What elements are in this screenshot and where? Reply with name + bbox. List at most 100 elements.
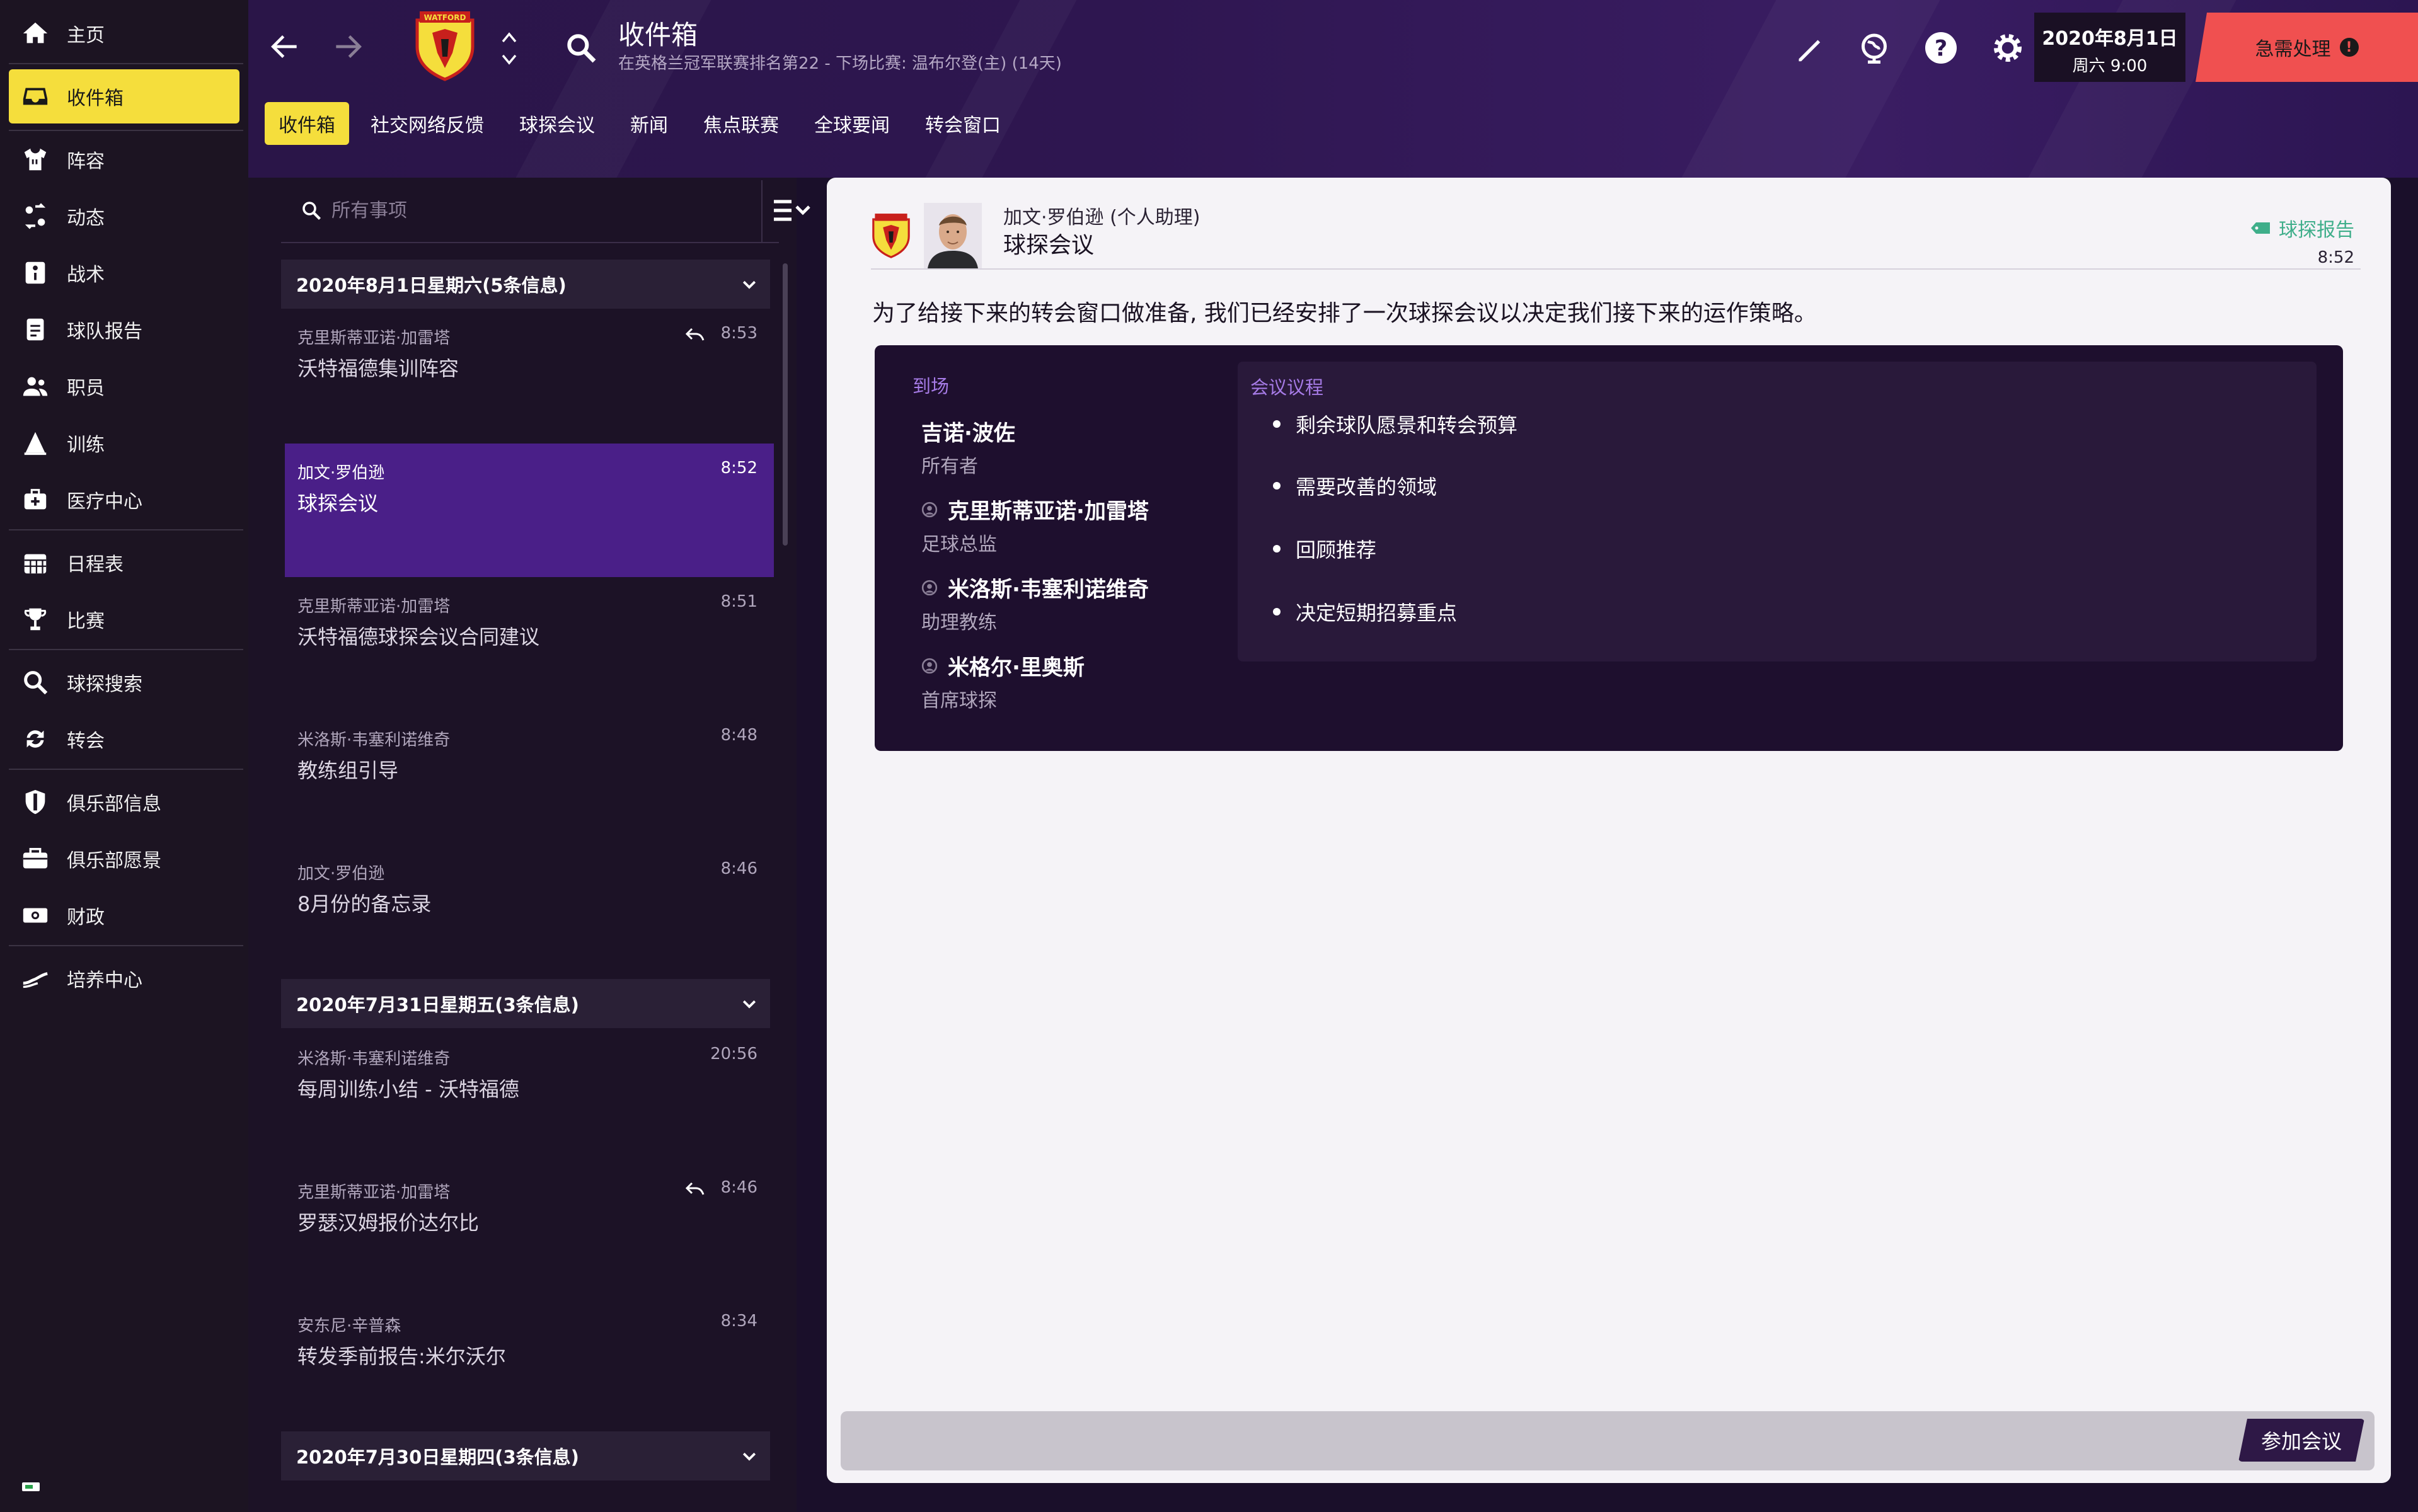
tab-scouting-meetings[interactable]: 球探会议 — [502, 102, 613, 145]
transfer-icon — [19, 723, 52, 755]
attendee[interactable]: 克里斯蒂亚诺·加雷塔 足球总监 — [921, 494, 1149, 556]
pencil-icon[interactable] — [1791, 29, 1829, 67]
attendee-name-row: 克里斯蒂亚诺·加雷塔 — [921, 494, 1149, 525]
page-title: 收件箱 — [618, 20, 698, 50]
message-category-tag[interactable]: 球探报告 — [2251, 214, 2354, 242]
inbox-message[interactable]: 加文·罗伯逊 8月份的备忘录 8:46 — [285, 844, 774, 978]
inbox-message[interactable]: 米洛斯·韦塞利诺维奇 教练组引导 8:48 — [285, 711, 774, 844]
sidebar-divider — [9, 649, 243, 650]
message-sender: 克里斯蒂亚诺·加雷塔 — [297, 1183, 451, 1202]
sidebar-item-label: 主页 — [67, 25, 105, 47]
sort-menu-icon[interactable] — [771, 197, 812, 224]
inbox-message-selected[interactable]: 加文·罗伯逊 球探会议 8:52 — [285, 444, 774, 577]
attendee[interactable]: 米格尔·里奥斯 首席球探 — [921, 650, 1085, 713]
date-group-header[interactable]: 2020年7月31日星期五(3条信息) — [281, 979, 770, 1028]
sidebar-item-schedule[interactable]: 日程表 — [9, 536, 239, 590]
tab-focus-leagues[interactable]: 焦点联赛 — [686, 102, 797, 145]
tab-transfer-window[interactable]: 转会窗口 — [907, 102, 1018, 145]
attendee-name: 克里斯蒂亚诺·加雷塔 — [948, 499, 1149, 524]
message-sender: 安东尼·辛普森 — [297, 1317, 401, 1336]
sidebar-item-label: 俱乐部信息 — [67, 793, 161, 815]
tab-social-feed[interactable]: 社交网络反馈 — [353, 102, 502, 145]
trophy-icon — [19, 603, 52, 636]
sidebar-item-competitions[interactable]: 比赛 — [9, 592, 239, 646]
attendee[interactable]: 米洛斯·韦塞利诺维奇 助理教练 — [921, 572, 1149, 634]
home-icon — [19, 17, 52, 50]
date-group-header[interactable]: 2020年8月1日星期六(5条信息) — [281, 260, 770, 309]
sidebar-item-label: 阵容 — [67, 151, 105, 173]
message-time: 8:46 — [720, 859, 757, 878]
date-group-header[interactable]: 2020年7月30日星期四(3条信息) — [281, 1431, 770, 1480]
help-icon[interactable]: ? — [1922, 29, 1960, 67]
search-icon — [19, 666, 52, 699]
inbox-message[interactable]: 克里斯蒂亚诺·加雷塔 沃特福德球探会议合同建议 8:51 — [285, 577, 774, 711]
sidebar-item-staff[interactable]: 职员 — [9, 359, 239, 413]
message-subject: 教练组引导 — [297, 759, 399, 782]
attendee[interactable]: 吉诺·波佐 所有者 — [921, 416, 1015, 478]
filter-divider — [761, 180, 763, 242]
tab-inbox[interactable]: 收件箱 — [265, 102, 349, 145]
sidebar-item-scout-search[interactable]: 球探搜索 — [9, 655, 239, 709]
gear-icon[interactable] — [1989, 29, 2027, 67]
tab-world-news[interactable]: 全球要闻 — [797, 102, 907, 145]
message-sender: 克里斯蒂亚诺·加雷塔 — [297, 329, 451, 348]
sidebar-item-development[interactable]: 培养中心 — [9, 951, 239, 1005]
sidebar-item-club-vision[interactable]: 俱乐部愿景 — [9, 832, 239, 886]
top-header: WATFORD 收件箱 在英格兰冠军联赛排名第22 - 下场比赛: 温布尔登(主… — [248, 0, 2418, 178]
inbox-message[interactable]: 克里斯蒂亚诺·加雷塔 罗瑟汉姆报价达尔比 8:46 — [285, 1163, 774, 1297]
search-icon[interactable] — [563, 30, 599, 66]
forward-arrow-icon[interactable] — [330, 29, 366, 64]
meeting-card: 到场 吉诺·波佐 所有者 克里斯蒂亚诺·加雷塔 足球总监 米洛斯·韦塞利诺维奇 … — [875, 345, 2343, 751]
sidebar-divider — [9, 769, 243, 770]
sender-avatar[interactable] — [924, 203, 982, 268]
club-crest-icon[interactable]: WATFORD — [413, 8, 476, 82]
inbox-filter — [281, 178, 810, 243]
message-subject: 每周训练小结 - 沃特福德 — [297, 1077, 519, 1101]
attendee-name: 米格尔·里奥斯 — [948, 655, 1085, 680]
attendee-role: 助理教练 — [921, 612, 997, 634]
sidebar-item-label: 职员 — [67, 377, 105, 399]
sidebar-item-club-info[interactable]: 俱乐部信息 — [9, 775, 239, 829]
urgent-button[interactable]: 急需处理 ! — [2196, 13, 2418, 82]
sidebar-item-team-report[interactable]: 球队报告 — [9, 302, 239, 357]
svg-text:?: ? — [1935, 37, 1947, 62]
sidebar-item-medical[interactable]: 医疗中心 — [9, 472, 239, 527]
attend-meeting-button[interactable]: 参加会议 — [2238, 1419, 2364, 1462]
tab-news[interactable]: 新闻 — [613, 102, 686, 145]
chevron-down-icon — [742, 1452, 756, 1461]
sidebar-item-training[interactable]: 训练 — [9, 416, 239, 470]
sidebar-item-transfers[interactable]: 转会 — [9, 712, 239, 766]
message-sender: 加文·罗伯逊 — [297, 864, 385, 883]
sidebar-item-squad[interactable]: 阵容 — [9, 132, 239, 186]
alert-icon: ! — [2339, 38, 2359, 57]
inbox-message[interactable]: 安东尼·辛普森 转发季前报告:米尔沃尔 8:34 — [285, 1297, 774, 1430]
search-icon — [302, 202, 321, 220]
sidebar-item-label: 动态 — [67, 207, 105, 229]
globe-icon[interactable] — [1855, 29, 1893, 67]
club-switch-icon[interactable] — [499, 26, 519, 71]
message-subject: 球探会议 — [297, 491, 379, 515]
shirt-icon — [19, 143, 52, 176]
inbox-message[interactable]: 克里斯蒂亚诺·加雷塔 沃特福德集训阵容 8:53 — [285, 309, 774, 442]
back-arrow-icon[interactable] — [267, 29, 302, 64]
message-time: 8:52 — [720, 459, 757, 478]
sidebar-item-inbox[interactable]: 收件箱 — [9, 69, 239, 123]
inbox-search-input[interactable] — [331, 195, 647, 226]
sidebar-item-finances[interactable]: 财政 — [9, 888, 239, 942]
date-display[interactable]: 2020年8月1日 周六 9:00 — [2034, 13, 2185, 82]
agenda-title: 会议议程 — [1250, 377, 1324, 398]
date-group-title: 2020年8月1日星期六(5条信息) — [296, 275, 567, 296]
shield-icon — [19, 786, 52, 818]
sidebar-item-dynamics[interactable]: 动态 — [9, 189, 239, 243]
sidebar-item-tactics[interactable]: 战术 — [9, 246, 239, 300]
message-time: 8:46 — [720, 1178, 757, 1197]
message-time: 8:51 — [720, 592, 757, 611]
page-subtitle: 在英格兰冠军联赛排名第22 - 下场比赛: 温布尔登(主) (14天) — [618, 54, 1062, 73]
inbox-message[interactable]: 米洛斯·韦塞利诺维奇 每周训练小结 - 沃特福德 20:56 — [285, 1029, 774, 1163]
sidebar-item-home[interactable]: 主页 — [9, 6, 239, 60]
crest-lettering: WATFORD — [424, 13, 466, 22]
inbox-scrollbar[interactable] — [783, 263, 788, 546]
report-icon — [19, 313, 52, 346]
message-sender: 克里斯蒂亚诺·加雷塔 — [297, 597, 451, 616]
status-icon[interactable] — [21, 1480, 40, 1493]
